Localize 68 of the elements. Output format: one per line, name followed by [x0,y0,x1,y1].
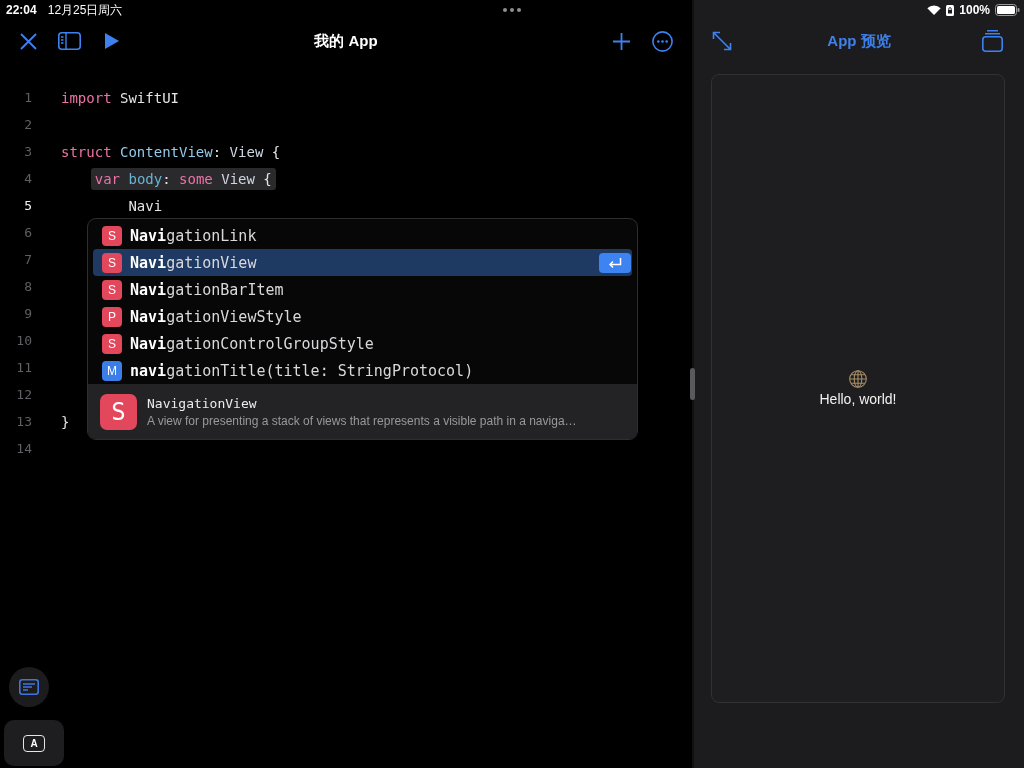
kind-tag: S [100,393,137,430]
completion-item[interactable]: S NavigationLink [93,222,632,249]
preview-title: App 预览 [827,31,891,51]
line-number: 13 [15,414,32,429]
completion-item[interactable]: S NavigationControlGroupStyle [93,330,632,357]
resize-handle[interactable] [690,368,695,400]
preview-text: Hello, world! [819,391,897,407]
key-cap: A [23,734,45,752]
code-keyword: import [61,89,112,106]
window-title: 我的 App [314,31,378,51]
window-stack-icon[interactable] [982,30,1003,52]
document-button[interactable] [9,667,49,707]
wifi-icon [927,5,942,15]
symbol-name: NavigationView [147,395,258,411]
multitasking-dots-icon[interactable] [503,8,521,12]
code-keyword: var [94,170,120,187]
kind-tag: S [102,279,122,300]
code-type-name: View [229,143,264,160]
completion-item[interactable]: M navigationTitle(title: StringProtocol) [93,357,632,384]
line-number: 10 [15,333,32,348]
code-text: Navi [128,197,163,214]
lock-icon [946,4,955,16]
code-text: SwiftUI [120,89,180,106]
kind-tag: P [102,306,122,327]
completion-item[interactable]: P NavigationViewStyle [93,303,632,330]
battery-icon [995,4,1020,16]
kind-tag: S [102,225,122,246]
code-text: } [61,413,70,430]
line-number: 1 [23,90,32,105]
code-property: body [128,170,163,187]
symbol-description: A view for presenting a stack of views that represents a visible path in a naviga… [147,413,577,428]
line-number: 4 [23,171,32,186]
sidebar-icon[interactable] [58,32,81,50]
close-icon[interactable] [20,32,37,50]
code-text: : [162,170,171,187]
line-number: 14 [15,441,32,456]
return-key-icon [599,252,631,273]
code-type-name: ContentView [120,143,213,160]
code-keyword: some [179,170,213,187]
more-icon[interactable] [652,30,673,52]
line-number: 9 [23,306,32,321]
status-time: 22:04 [6,3,37,17]
line-number: 2 [23,117,32,132]
globe-icon [849,370,867,388]
code-text: : [212,143,222,160]
keyboard-button[interactable]: A [4,720,64,766]
expand-icon[interactable] [712,31,732,51]
code-type-name: View [221,170,255,187]
line-number: 11 [15,360,32,375]
line-number: 7 [23,252,32,267]
plus-icon[interactable] [613,32,630,50]
status-date: 12月25日周六 [47,1,123,19]
text-lines-icon [19,679,39,695]
code-text: { [263,170,272,187]
completion-item[interactable]: S NavigationBarItem [93,276,632,303]
play-icon[interactable] [105,33,119,49]
kind-tag: M [102,360,122,381]
line-number: 12 [15,387,32,402]
line-number: 6 [23,225,32,240]
code-text: { [271,143,281,160]
code-keyword: struct [61,143,112,160]
battery-percentage: 100% [959,3,990,17]
line-number: 8 [23,279,32,294]
kind-tag: S [102,252,122,273]
line-number: 3 [23,144,32,159]
kind-tag: S [102,333,122,354]
line-number: 5 [23,198,32,213]
completion-item[interactable]: S NavigationView [93,249,632,276]
